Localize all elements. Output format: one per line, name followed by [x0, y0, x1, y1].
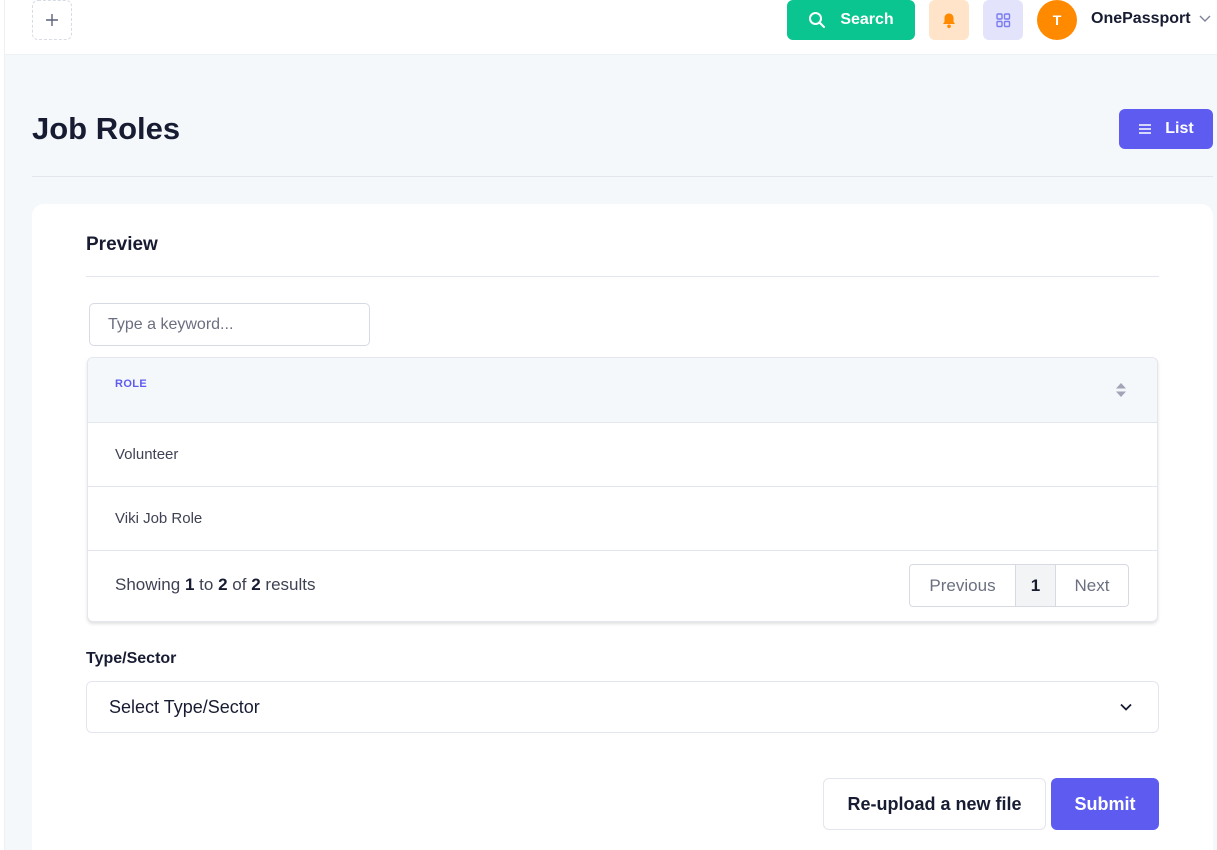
left-edge	[0, 0, 5, 850]
top-header: Search T OnePassport	[5, 0, 1217, 55]
list-button[interactable]: List	[1119, 109, 1213, 149]
sort-icon[interactable]	[1115, 382, 1127, 398]
apps-button[interactable]	[983, 0, 1023, 40]
table-row: Viki Job Role	[88, 487, 1157, 551]
card-divider	[86, 276, 1159, 277]
reupload-file-button[interactable]: Re-upload a new file	[823, 778, 1046, 830]
to-word: to	[199, 575, 214, 594]
table-row: Volunteer	[88, 423, 1157, 487]
range-to: 2	[218, 575, 228, 594]
type-sector-value: Select Type/Sector	[109, 697, 260, 717]
type-sector-select[interactable]: Select Type/Sector	[86, 681, 1159, 733]
total-results: 2	[251, 575, 261, 594]
next-page-button[interactable]: Next	[1056, 565, 1128, 606]
search-button-label: Search	[840, 11, 894, 28]
title-divider	[32, 176, 1213, 177]
bell-icon	[943, 13, 955, 28]
keyword-search-input[interactable]	[89, 303, 370, 346]
grid-icon	[996, 13, 1011, 28]
search-icon	[809, 12, 826, 28]
column-header-role: ROLE	[115, 378, 148, 390]
page-1-button[interactable]: 1	[1016, 565, 1056, 606]
role-cell: Volunteer	[115, 446, 179, 463]
search-button[interactable]: Search	[787, 0, 915, 40]
preview-card: Preview ROLE Volunteer Viki Job Role Sho…	[32, 204, 1213, 850]
range-from: 1	[184, 575, 195, 594]
of-word: of	[232, 575, 247, 594]
table-header[interactable]: ROLE	[88, 358, 1157, 423]
page-title: Job Roles	[32, 111, 181, 146]
user-name[interactable]: OnePassport	[1091, 10, 1191, 28]
chevron-down-icon	[1120, 703, 1132, 711]
results-summary: Showing 1 to 2 of 2 results	[115, 575, 315, 595]
plus-icon	[46, 14, 58, 26]
card-title: Preview	[86, 234, 158, 255]
type-sector-label: Type/Sector	[86, 650, 177, 667]
showing-word: Showing	[115, 575, 181, 594]
role-cell: Viki Job Role	[115, 510, 203, 527]
roles-table: ROLE Volunteer Viki Job Role Showing 1 t…	[87, 357, 1158, 622]
submit-button[interactable]: Submit	[1051, 778, 1159, 830]
add-button[interactable]	[32, 0, 72, 40]
notifications-button[interactable]	[929, 0, 969, 40]
chevron-down-icon[interactable]	[1198, 13, 1212, 23]
menu-icon	[1139, 124, 1152, 134]
user-avatar[interactable]: T	[1037, 0, 1077, 40]
previous-page-button[interactable]: Previous	[910, 565, 1016, 606]
list-button-label: List	[1165, 120, 1194, 137]
results-word: results	[265, 575, 316, 594]
pagination: Previous 1 Next	[909, 564, 1129, 607]
avatar-initial: T	[1052, 12, 1062, 28]
